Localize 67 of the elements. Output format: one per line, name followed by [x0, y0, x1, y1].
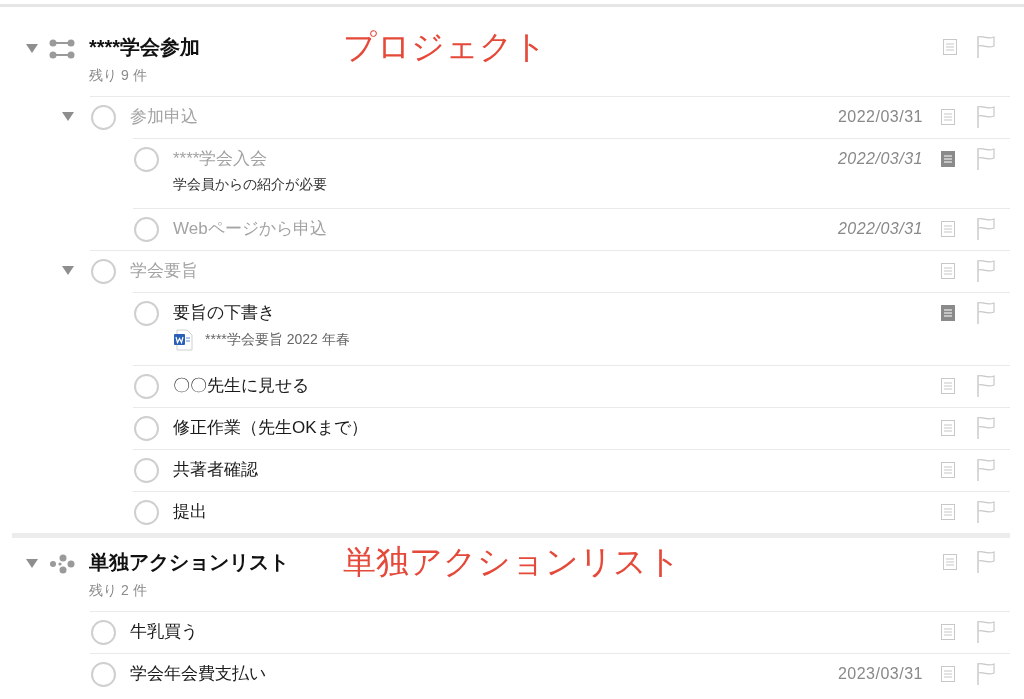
project-title: 単独アクションリスト — [89, 550, 290, 575]
note-icon[interactable] — [941, 666, 955, 682]
flag-icon[interactable] — [977, 217, 995, 241]
task-title: 学会要旨 — [130, 260, 199, 282]
checkbox-circle[interactable] — [91, 105, 116, 130]
disclosure-triangle-icon[interactable] — [25, 557, 39, 569]
flag-icon[interactable] — [977, 500, 995, 524]
checkbox-circle[interactable] — [134, 217, 159, 242]
task-title: ****学会入会 — [173, 148, 269, 170]
note-icon[interactable] — [941, 624, 955, 640]
checkbox-circle[interactable] — [134, 147, 159, 172]
due-date: 2022/03/31 — [837, 219, 923, 239]
disclosure-triangle-icon[interactable] — [25, 42, 39, 54]
annotation-label: プロジェクト — [343, 29, 547, 65]
due-date: 2022/03/31 — [837, 107, 923, 127]
note-icon[interactable] — [941, 305, 955, 321]
checkbox-circle[interactable] — [91, 662, 116, 687]
note-icon[interactable] — [941, 378, 955, 394]
due-date: 2023/03/31 — [837, 664, 923, 684]
task-title: 学会年会費支払い — [130, 663, 267, 685]
task-title: Webページから申込 — [173, 218, 328, 240]
flag-icon[interactable] — [977, 416, 995, 440]
flag-icon[interactable] — [977, 105, 995, 129]
checkbox-circle[interactable] — [134, 374, 159, 399]
attachment-name[interactable]: ****学会要旨 2022 年春 — [205, 331, 350, 349]
checkbox-circle[interactable] — [91, 259, 116, 284]
checkbox-circle[interactable] — [134, 416, 159, 441]
checkbox-circle[interactable] — [134, 301, 159, 326]
note-icon[interactable] — [941, 151, 955, 167]
note-icon[interactable] — [941, 221, 955, 237]
remaining-count: 残り 9 件 — [89, 66, 148, 85]
task-title: 共著者確認 — [173, 459, 259, 481]
note-icon[interactable] — [941, 109, 955, 125]
note-icon[interactable] — [941, 263, 955, 279]
note-icon[interactable] — [943, 554, 957, 570]
checkbox-circle[interactable] — [134, 458, 159, 483]
task-title: 牛乳買う — [130, 621, 199, 643]
project-icon — [49, 39, 75, 59]
task-note: 学会員からの紹介が必要 — [173, 175, 328, 194]
action-list-icon — [49, 554, 75, 574]
note-icon[interactable] — [941, 420, 955, 436]
flag-icon[interactable] — [977, 147, 995, 171]
disclosure-triangle-icon[interactable] — [61, 110, 75, 122]
task-title: 提出 — [173, 501, 208, 523]
document-icon — [173, 329, 193, 351]
disclosure-triangle-icon[interactable] — [61, 264, 75, 276]
flag-icon[interactable] — [977, 35, 995, 59]
note-icon[interactable] — [941, 504, 955, 520]
task-title: 参加申込 — [130, 106, 199, 128]
flag-icon[interactable] — [977, 662, 995, 686]
flag-icon[interactable] — [977, 259, 995, 283]
flag-icon[interactable] — [977, 620, 995, 644]
note-icon[interactable] — [941, 462, 955, 478]
flag-icon[interactable] — [977, 301, 995, 325]
annotation-label: 単独アクションリスト — [343, 544, 681, 580]
project-title: ****学会参加 — [89, 35, 202, 60]
flag-icon[interactable] — [977, 458, 995, 482]
checkbox-circle[interactable] — [91, 620, 116, 645]
checkbox-circle[interactable] — [134, 500, 159, 525]
flag-icon[interactable] — [977, 550, 995, 574]
task-title: 修正作業（先生OKまで） — [173, 417, 369, 439]
note-icon[interactable] — [943, 39, 957, 55]
task-title: 要旨の下書き — [173, 302, 276, 324]
remaining-count: 残り 2 件 — [89, 581, 148, 600]
due-date: 2022/03/31 — [837, 149, 923, 169]
flag-icon[interactable] — [977, 374, 995, 398]
task-title: 〇〇先生に見せる — [173, 375, 310, 397]
